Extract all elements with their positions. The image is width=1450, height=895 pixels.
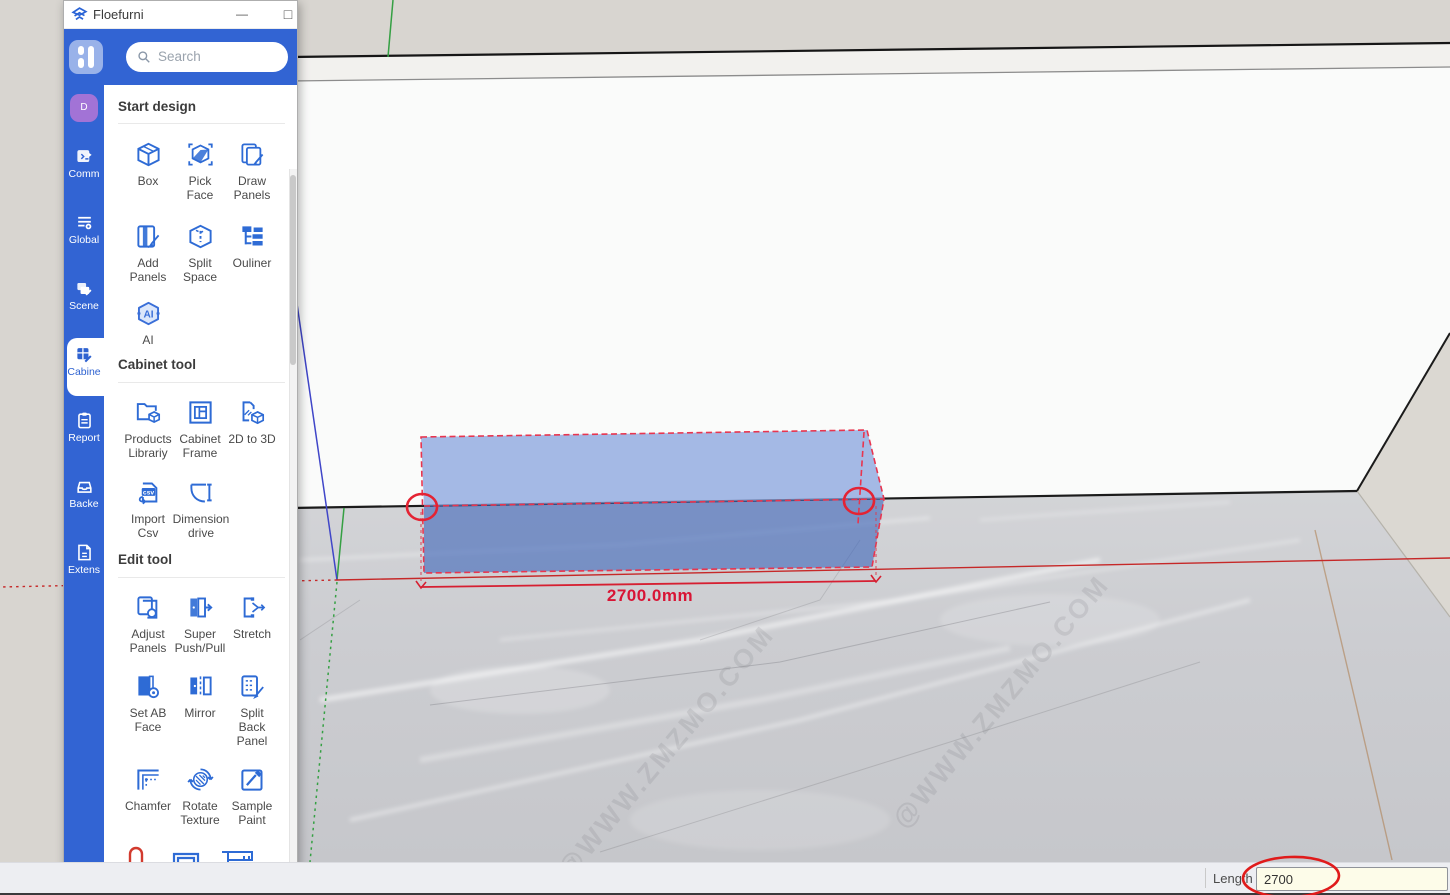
- set-ab-face-icon: [135, 673, 162, 700]
- measurement-label: Length: [1213, 871, 1253, 886]
- divider: [118, 577, 285, 578]
- plugin-window: Floefurni — □ ✕ D: [63, 0, 298, 886]
- tool-split-back-panel[interactable]: Split Back Panel: [226, 673, 278, 748]
- statusbar-separator: [1205, 868, 1206, 888]
- divider: [118, 382, 285, 383]
- app-window: @WWW.ZMZMO.COM @WWW.ZMZMO.COM: [0, 0, 1450, 895]
- adjust-panels-icon: [135, 594, 162, 621]
- common-tab-icon: [75, 147, 94, 166]
- maximize-button[interactable]: □: [273, 1, 298, 28]
- dimension-text: 2700.0mm: [578, 586, 722, 606]
- plugin-title: Floefurni: [93, 7, 144, 22]
- plugin-titlebar[interactable]: Floefurni — □ ✕: [64, 1, 297, 29]
- pick-face-icon: [187, 141, 214, 168]
- tool-cabinet-frame[interactable]: Cabinet Frame: [174, 399, 226, 460]
- split-space-icon: [187, 223, 214, 250]
- global-tab-icon: [75, 213, 94, 232]
- tool-chamfer[interactable]: Chamfer: [122, 766, 174, 813]
- plugin-header: [64, 29, 297, 85]
- box-icon: [135, 141, 162, 168]
- search-box[interactable]: [126, 42, 288, 72]
- import-csv-icon: csv: [135, 479, 162, 506]
- outliner-icon: [239, 223, 266, 250]
- tool-products-library[interactable]: Products Librariy: [120, 399, 176, 460]
- mirror-icon: [187, 673, 214, 700]
- divider: [118, 123, 285, 124]
- tool-import-csv[interactable]: csv Import Csv: [122, 479, 174, 540]
- selected-box-top-face[interactable]: [421, 430, 884, 506]
- selected-box[interactable]: [421, 430, 884, 573]
- section-title-edit-tool: Edit tool: [118, 552, 172, 567]
- chamfer-icon: [135, 766, 162, 793]
- rotate-texture-icon: [187, 766, 214, 793]
- sidebar-tab-common[interactable]: Comm: [64, 147, 104, 180]
- scene-tab-icon: [75, 279, 94, 298]
- 2d-to-3d-icon: [239, 399, 266, 426]
- tool-set-ab-face[interactable]: Set AB Face: [122, 673, 174, 734]
- sidebar-rail: D Comm Global: [64, 85, 104, 885]
- cutoff-tool-icon-2[interactable]: [172, 846, 200, 863]
- tool-ai[interactable]: AI AI: [122, 300, 174, 347]
- avatar[interactable]: D: [70, 94, 98, 122]
- tool-split-space[interactable]: Split Space: [174, 223, 226, 284]
- sidebar-tab-global[interactable]: Global: [64, 213, 104, 246]
- ai-icon: AI: [135, 300, 162, 327]
- measurement-input[interactable]: [1256, 867, 1448, 891]
- sidebar-tab-backend[interactable]: Backe: [64, 477, 104, 510]
- svg-text:AI: AI: [143, 309, 153, 320]
- tool-dimension-drive[interactable]: Dimension drive: [168, 479, 234, 540]
- tool-draw-panels[interactable]: Draw Panels: [226, 141, 278, 202]
- sidebar-tab-extension[interactable]: Extens: [64, 543, 104, 576]
- search-input[interactable]: [156, 44, 280, 69]
- dimension-drive-icon: [188, 479, 215, 506]
- add-panels-icon: [135, 223, 162, 250]
- minimize-button[interactable]: —: [227, 1, 257, 28]
- tool-pick-face[interactable]: Pick Face: [174, 141, 226, 202]
- cutoff-tool-icon-1[interactable]: [128, 846, 144, 863]
- tool-box[interactable]: Box: [122, 141, 174, 188]
- cabinet-frame-icon: [187, 399, 214, 426]
- tool-mirror[interactable]: Mirror: [174, 673, 226, 720]
- search-icon: [137, 50, 151, 64]
- backend-tab-icon: [75, 477, 94, 496]
- tool-add-panels[interactable]: Add Panels: [122, 223, 174, 284]
- split-back-panel-icon: [239, 673, 266, 700]
- super-pushpull-icon: [187, 594, 214, 621]
- archiwood-logo: [69, 40, 103, 74]
- tool-adjust-panels[interactable]: Adjust Panels: [122, 594, 174, 655]
- stretch-icon: [239, 594, 266, 621]
- tool-panel-content: Start design Box Pick Face: [104, 85, 297, 885]
- selected-box-front-face[interactable]: [424, 499, 884, 573]
- tool-super-pushpull[interactable]: Super Push/Pull: [170, 594, 230, 655]
- status-bar: Length: [0, 862, 1450, 893]
- report-tab-icon: [75, 411, 94, 430]
- cutoff-tool-icon-3[interactable]: [220, 846, 254, 863]
- tool-outliner[interactable]: Ouliner: [226, 223, 278, 270]
- tool-sample-paint[interactable]: Sample Paint: [226, 766, 278, 827]
- tool-2d-to-3d[interactable]: 2D to 3D: [224, 399, 280, 446]
- cabinet-tab-icon: [75, 345, 94, 364]
- floefurni-logo-icon: [71, 6, 88, 23]
- sidebar-tab-report[interactable]: Report: [64, 411, 104, 444]
- panel-scrollbar[interactable]: [289, 169, 297, 885]
- tool-rotate-texture[interactable]: Rotate Texture: [174, 766, 226, 827]
- sidebar-tab-scene[interactable]: Scene: [64, 279, 104, 312]
- products-library-icon: [135, 399, 162, 426]
- section-title-cabinet-tool: Cabinet tool: [118, 357, 196, 372]
- tool-stretch[interactable]: Stretch: [226, 594, 278, 641]
- sample-paint-icon: [239, 766, 266, 793]
- section-title-start-design: Start design: [118, 99, 196, 114]
- extension-tab-icon: [75, 543, 94, 562]
- scrollbar-thumb[interactable]: [290, 175, 296, 365]
- draw-panels-icon: [239, 141, 266, 168]
- sidebar-tab-cabinet[interactable]: Cabine: [64, 345, 104, 378]
- svg-text:csv: csv: [142, 489, 154, 496]
